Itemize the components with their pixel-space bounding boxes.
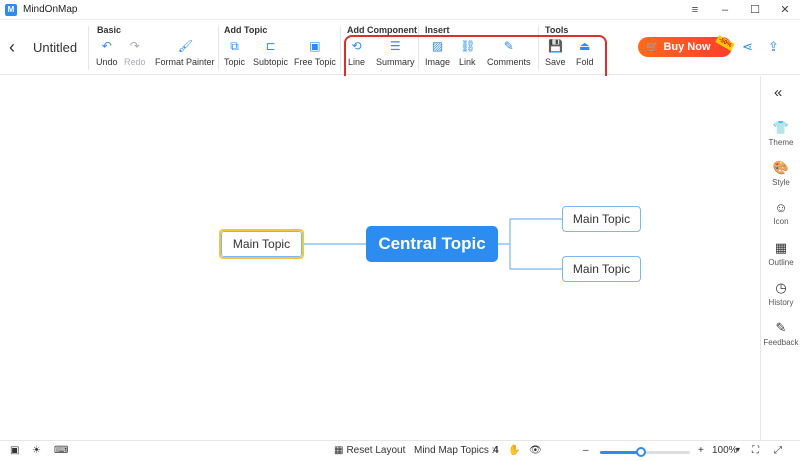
- right-sidebar: « 👕 Theme 🎨 Style ☺ Icon ▦ Outline ◷ His…: [760, 76, 800, 440]
- panel-icon[interactable]: ▣: [10, 445, 19, 456]
- subtopic-button[interactable]: ⊏ Subtopic: [253, 39, 288, 67]
- zoom-in-button[interactable]: +: [698, 445, 704, 456]
- brush-icon: 🖌: [177, 39, 193, 53]
- eye-icon[interactable]: 👁: [529, 445, 542, 456]
- group-tools: Tools: [545, 25, 569, 35]
- title-bar: M MindOnMap ≡ – ☐ ✕: [0, 0, 800, 20]
- zoom-dropdown-icon[interactable]: ▾: [736, 445, 740, 454]
- group-insert: Insert: [425, 25, 450, 35]
- reset-layout-icon: ▦: [334, 445, 344, 456]
- app-logo: M: [5, 3, 17, 16]
- feedback-icon: ✎: [775, 320, 787, 335]
- divider: [88, 26, 89, 70]
- group-basic: Basic: [97, 25, 122, 35]
- collapse-panel-icon[interactable]: «: [774, 84, 782, 101]
- toolbar: ‹ Untitled Basic ↶ Undo ↷ Redo 🖌 Format …: [0, 20, 800, 93]
- undo-button[interactable]: ↶ Undo: [96, 39, 118, 67]
- sidebar-item-feedback[interactable]: ✎ Feedback: [761, 320, 800, 347]
- palette-icon: 🎨: [772, 160, 790, 175]
- sidebar-item-icon[interactable]: ☺ Icon: [761, 200, 800, 226]
- fit-screen-icon[interactable]: ⛶: [752, 445, 759, 456]
- group-add-component: Add Component: [347, 25, 417, 35]
- hand-icon[interactable]: ✋: [508, 445, 520, 456]
- topic-icon: ⧉: [230, 39, 239, 53]
- menu-icon[interactable]: ≡: [680, 0, 710, 20]
- outline-icon: ▦: [774, 240, 788, 255]
- central-topic[interactable]: Central Topic: [366, 226, 498, 262]
- close-button[interactable]: ✕: [770, 0, 800, 20]
- theme-toggle-icon[interactable]: ☀: [32, 445, 41, 456]
- reset-layout-button[interactable]: ▦ Reset Layout: [334, 445, 405, 456]
- minimize-button[interactable]: –: [710, 0, 740, 20]
- sidebar-item-style[interactable]: 🎨 Style: [761, 160, 800, 187]
- zoom-out-button[interactable]: –: [583, 445, 589, 456]
- share-icon[interactable]: ⋖: [742, 39, 753, 55]
- cart-icon: 🛒: [646, 41, 659, 53]
- back-icon[interactable]: ‹: [9, 37, 15, 58]
- fullscreen-icon[interactable]: ⤢: [774, 445, 782, 456]
- export-icon[interactable]: ⇪: [768, 39, 779, 55]
- status-bar: ▣ ☀ ⌨ ▦ Reset Layout Mind Map Topics : 4…: [0, 440, 800, 461]
- smiley-icon: ☺: [774, 200, 788, 215]
- topics-count-label: Mind Map Topics :: [414, 445, 495, 456]
- redo-button[interactable]: ↷ Redo: [124, 39, 146, 67]
- zoom-slider[interactable]: [600, 447, 690, 457]
- free-topic-icon: ▣: [309, 39, 321, 53]
- discount-badge: -50%: [715, 35, 735, 51]
- topics-count-value: 4: [493, 445, 499, 456]
- sidebar-item-theme[interactable]: 👕 Theme: [761, 120, 800, 147]
- zoom-slider-knob[interactable]: [635, 447, 646, 457]
- zoom-level[interactable]: 100%: [712, 445, 738, 456]
- maximize-button[interactable]: ☐: [740, 0, 770, 20]
- left-main-topic[interactable]: Main Topic: [219, 229, 304, 259]
- clock-icon: ◷: [775, 280, 787, 295]
- divider: [340, 26, 341, 70]
- right-main-topic-2[interactable]: Main Topic: [562, 256, 641, 282]
- right-main-topic-1[interactable]: Main Topic: [562, 206, 641, 232]
- app-title: MindOnMap: [23, 4, 78, 15]
- sidebar-item-outline[interactable]: ▦ Outline: [761, 240, 800, 267]
- free-topic-button[interactable]: ▣ Free Topic: [294, 39, 336, 67]
- divider: [218, 26, 219, 70]
- sidebar-item-history[interactable]: ◷ History: [761, 280, 800, 307]
- group-add-topic: Add Topic: [224, 25, 268, 35]
- keyboard-icon[interactable]: ⌨: [54, 445, 68, 456]
- document-title[interactable]: Untitled: [33, 40, 77, 55]
- format-painter-button[interactable]: 🖌 Format Painter: [155, 39, 215, 67]
- shirt-icon: 👕: [772, 120, 790, 135]
- window-controls: ≡ – ☐ ✕: [680, 0, 800, 20]
- zoom-slider-fill: [600, 451, 641, 454]
- undo-icon: ↶: [101, 39, 112, 53]
- redo-icon: ↷: [129, 39, 140, 53]
- topic-button[interactable]: ⧉ Topic: [224, 39, 245, 67]
- subtopic-icon: ⊏: [265, 39, 276, 53]
- buy-now-button[interactable]: 🛒 Buy Now -50%: [638, 35, 735, 57]
